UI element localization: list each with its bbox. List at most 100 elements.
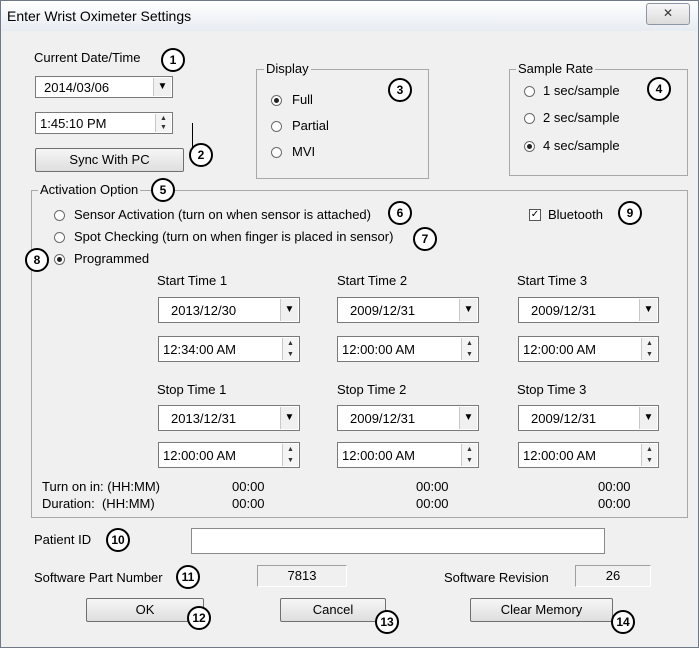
activation-group-label: Activation Option <box>38 182 141 197</box>
time-spinner-icon[interactable]: ▲ ▼ <box>155 114 171 132</box>
chevron-down-icon[interactable]: ▼ <box>153 78 171 96</box>
time-spinner-icon[interactable]: ▲ ▼ <box>461 444 477 466</box>
chevron-down-icon[interactable]: ▼ <box>459 407 477 429</box>
chevron-down-icon[interactable]: ▼ <box>639 299 657 321</box>
duration-value-3: 00:00 <box>598 496 631 511</box>
time-spinner-icon[interactable]: ▲ ▼ <box>282 338 298 360</box>
close-icon: ✕ <box>662 6 674 20</box>
sample-rate-2-radio[interactable] <box>524 113 535 124</box>
patient-id-label: Patient ID <box>34 532 92 547</box>
current-date-value: 2014/03/06 <box>44 80 110 95</box>
stop-date-3-value: 2009/12/31 <box>531 411 597 426</box>
callout-badge-9: 9 <box>618 201 642 225</box>
stop-date-2-picker[interactable]: 2009/12/31 ▼ <box>337 405 479 431</box>
duration-value-2: 00:00 <box>416 496 449 511</box>
callout-badge-7: 7 <box>413 227 437 251</box>
stop-date-2-value: 2009/12/31 <box>350 411 416 426</box>
display-full-radio[interactable] <box>271 95 282 106</box>
start-time-3-label: Start Time 3 <box>517 273 588 288</box>
turn-on-value-3: 00:00 <box>598 479 631 494</box>
time-spinner-icon[interactable]: ▲ ▼ <box>641 338 657 360</box>
callout-badge-2: 2 <box>189 143 213 167</box>
callout-badge-10: 10 <box>106 528 130 552</box>
patient-id-input[interactable] <box>191 528 605 554</box>
start-time-1-value: 12:34:00 AM <box>163 342 236 357</box>
clear-memory-button[interactable]: Clear Memory <box>470 598 613 622</box>
display-full-label: Full <box>292 92 313 107</box>
callout-badge-14: 14 <box>611 610 635 634</box>
turn-on-value-2: 00:00 <box>416 479 449 494</box>
stop-time-2-label: Stop Time 2 <box>337 382 407 397</box>
callout-badge-12: 12 <box>187 606 211 630</box>
sample-rate-4-radio[interactable] <box>524 141 535 152</box>
time-spinner-icon[interactable]: ▲ ▼ <box>641 444 657 466</box>
sample-rate-4-label: 4 sec/sample <box>543 138 620 153</box>
stop-time-3-field[interactable]: 12:00:00 AM ▲ ▼ <box>518 442 659 468</box>
stop-date-3-picker[interactable]: 2009/12/31 ▼ <box>518 405 659 431</box>
display-mvi-radio[interactable] <box>271 147 282 158</box>
stop-time-3-label: Stop Time 3 <box>517 382 587 397</box>
activation-group: Activation Option Sensor Activation (tur… <box>31 182 688 518</box>
stop-date-1-value: 2013/12/31 <box>171 411 237 426</box>
display-partial-radio[interactable] <box>271 121 282 132</box>
start-time-2-field[interactable]: 12:00:00 AM ▲ ▼ <box>337 336 479 362</box>
start-date-3-value: 2009/12/31 <box>531 303 597 318</box>
callout-badge-13: 13 <box>375 610 399 634</box>
dialog-window: Enter Wrist Oximeter Settings ✕ Current … <box>0 0 699 648</box>
callout-badge-1: 1 <box>161 48 185 72</box>
spot-checking-label: Spot Checking (turn on when finger is pl… <box>74 229 394 244</box>
sensor-activation-radio[interactable] <box>54 210 65 221</box>
callout-badge-11: 11 <box>176 565 200 589</box>
time-spinner-icon[interactable]: ▲ ▼ <box>461 338 477 360</box>
start-time-1-field[interactable]: 12:34:00 AM ▲ ▼ <box>158 336 300 362</box>
callout-badge-3: 3 <box>388 78 412 102</box>
chevron-down-icon[interactable]: ▼ <box>639 407 657 429</box>
chevron-down-icon[interactable]: ▼ <box>280 299 298 321</box>
start-date-1-picker[interactable]: 2013/12/30 ▼ <box>158 297 300 323</box>
sample-rate-1-radio[interactable] <box>524 86 535 97</box>
stop-date-1-picker[interactable]: 2013/12/31 ▼ <box>158 405 300 431</box>
time-spinner-icon[interactable]: ▲ ▼ <box>282 444 298 466</box>
software-part-value: 7813 <box>257 565 347 587</box>
sync-with-pc-button[interactable]: Sync With PC <box>35 148 184 172</box>
current-date-picker[interactable]: 2014/03/06 ▼ <box>35 76 173 98</box>
duration-label: Duration: (HH:MM) <box>42 496 155 511</box>
title-bar: Enter Wrist Oximeter Settings ✕ <box>1 1 698 31</box>
current-datetime-label: Current Date/Time <box>34 50 141 65</box>
turn-on-label: Turn on in: (HH:MM) <box>42 479 160 494</box>
start-time-1-label: Start Time 1 <box>157 273 228 288</box>
turn-on-value-1: 00:00 <box>232 479 265 494</box>
bluetooth-label: Bluetooth <box>548 207 603 222</box>
stop-time-1-label: Stop Time 1 <box>157 382 227 397</box>
window-title: Enter Wrist Oximeter Settings <box>7 8 192 24</box>
software-revision-value: 26 <box>575 565 651 587</box>
start-time-2-label: Start Time 2 <box>337 273 408 288</box>
display-group-label: Display <box>264 61 311 76</box>
cancel-button[interactable]: Cancel <box>280 598 386 622</box>
stop-time-1-field[interactable]: 12:00:00 AM ▲ ▼ <box>158 442 300 468</box>
start-time-3-field[interactable]: 12:00:00 AM ▲ ▼ <box>518 336 659 362</box>
chevron-down-icon[interactable]: ▼ <box>280 407 298 429</box>
software-part-label: Software Part Number <box>34 570 163 585</box>
callout-badge-5: 5 <box>151 178 175 202</box>
display-partial-label: Partial <box>292 118 329 133</box>
sample-rate-1-label: 1 sec/sample <box>543 83 620 98</box>
start-date-2-picker[interactable]: 2009/12/31 ▼ <box>337 297 479 323</box>
spot-checking-radio[interactable] <box>54 232 65 243</box>
close-button[interactable]: ✕ <box>646 3 690 25</box>
current-time-field[interactable]: 1:45:10 PM ▲ ▼ <box>35 112 173 134</box>
start-date-1-value: 2013/12/30 <box>171 303 237 318</box>
stop-time-3-value: 12:00:00 AM <box>523 448 596 463</box>
sensor-activation-label: Sensor Activation (turn on when sensor i… <box>74 207 371 222</box>
bluetooth-checkbox[interactable]: ✓ <box>529 209 541 221</box>
chevron-down-icon[interactable]: ▼ <box>459 299 477 321</box>
stop-time-2-field[interactable]: 12:00:00 AM ▲ ▼ <box>337 442 479 468</box>
stop-time-1-value: 12:00:00 AM <box>163 448 236 463</box>
display-mvi-label: MVI <box>292 144 316 159</box>
software-revision-label: Software Revision <box>444 570 549 585</box>
sample-rate-2-label: 2 sec/sample <box>543 110 620 125</box>
callout-badge-8: 8 <box>25 248 49 272</box>
start-time-2-value: 12:00:00 AM <box>342 342 415 357</box>
programmed-radio[interactable] <box>54 254 65 265</box>
start-date-3-picker[interactable]: 2009/12/31 ▼ <box>518 297 659 323</box>
